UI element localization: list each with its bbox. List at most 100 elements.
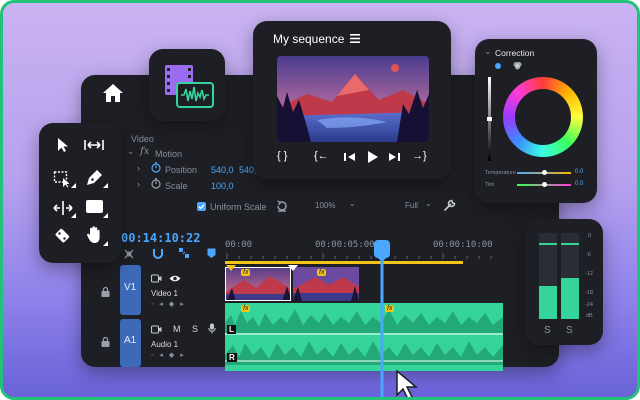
audio-waveform [225,309,503,365]
camera-icon[interactable] [151,325,162,334]
play-icon [368,151,378,163]
scale-label: Scale [165,181,188,191]
playhead[interactable] [373,240,391,397]
lock-icon[interactable] [101,337,110,347]
audio-meter-right [561,233,579,319]
stopwatch-icon[interactable] [151,162,161,173]
marquee-tool[interactable] [53,170,73,188]
tint-slider[interactable] [517,182,571,187]
ruler-tick-label: 00:00 [225,240,253,250]
step-back-button[interactable] [344,152,356,162]
step-forward-button[interactable] [388,152,400,162]
mouse-cursor-icon [396,369,419,397]
keyframe-nav-icon[interactable]: ◦ ◂ ◆ ▸ [151,351,186,359]
pen-icon [87,170,102,185]
quality-value: Full [405,201,418,210]
slider-thumb[interactable] [542,170,547,175]
fx-icon: fx [140,146,150,157]
tool-more-indicator [103,183,108,188]
home-button[interactable] [99,79,127,107]
track-select-tool[interactable] [83,137,105,153]
program-monitor[interactable] [277,56,429,142]
audio-right-label: R [227,353,237,362]
time-ruler[interactable] [225,251,503,265]
ruler-tick-label: 00:00:05:00 [315,240,375,250]
chevron-down-icon: ⌄ [425,199,432,208]
audio-track-toggle[interactable]: A1 [120,319,141,367]
uniform-scale-label: Uniform Scale [210,202,267,212]
home-icon [103,84,123,102]
meter-scale-label: -24 [585,302,593,308]
step-back-icon [344,153,355,161]
motion-label: Motion [155,149,183,159]
video-clip[interactable] [225,267,291,301]
hamburger-icon[interactable] [350,34,360,43]
rectangle-icon [86,200,103,213]
solo-left-button[interactable]: S [544,325,551,336]
pen-tool[interactable] [85,169,103,187]
color-wheel[interactable] [503,77,583,157]
uniform-scale-checkbox[interactable] [197,202,206,211]
audio-track-name: Audio 1 [151,340,179,349]
correction-title: Correction [495,48,535,58]
fx-badge[interactable]: fx [241,305,251,312]
audio-clip[interactable] [225,303,503,371]
out-point-marker[interactable] [287,264,299,272]
zoom-dropdown[interactable]: 100% ⌄ [311,199,359,213]
snap-icon[interactable] [123,248,135,260]
fx-badge[interactable]: fx [317,269,327,276]
fx-badge[interactable]: fx [241,269,251,276]
keyframe-nav-icon[interactable]: ◦ ◂ ◆ ▸ [151,300,186,308]
slider-thumb[interactable] [542,182,547,187]
temperature-slider[interactable] [517,170,571,175]
tint-value[interactable]: 0.0 [575,181,583,187]
marker-icon[interactable] [207,248,216,259]
magnet-icon[interactable] [152,247,164,259]
chevron-down-icon[interactable]: ⌄ [484,46,492,57]
lock-icon[interactable] [101,287,110,297]
audio-left-label: L [227,325,236,334]
position-x-value[interactable]: 540,0 [211,165,234,175]
solo-button[interactable]: S [192,324,198,334]
linked-selection-icon[interactable] [178,247,190,259]
audio-track-id: A1 [124,335,137,346]
position-expand-icon[interactable]: › [137,163,140,173]
video-track-id: V1 [124,282,137,293]
position-label: Position [165,165,198,175]
reset-icon[interactable] [275,199,289,213]
in-point-marker[interactable] [225,264,237,272]
microphone-icon[interactable] [208,323,216,334]
temperature-value[interactable]: 0.0 [575,169,583,175]
meter-level [561,278,579,319]
razor-tool[interactable] [53,227,71,245]
timecode[interactable]: 00:14:10:22 [121,231,200,245]
solo-right-button[interactable]: S [566,325,573,336]
color-modes-icon[interactable] [513,61,522,70]
luminance-slider[interactable] [487,77,492,161]
scale-value[interactable]: 100,0 [211,181,234,191]
rectangle-tool[interactable] [85,199,105,215]
go-to-in-button[interactable]: {← [314,150,329,162]
go-to-out-button[interactable]: →} [412,150,427,162]
camera-icon[interactable] [151,274,162,283]
mute-button[interactable]: M [173,324,181,334]
tint-label: Tint [485,182,494,188]
wrench-icon[interactable] [443,198,457,212]
video-track-name: Video 1 [151,289,178,298]
stopwatch-icon[interactable] [151,178,161,189]
color-mode-dot[interactable] [495,63,501,69]
mark-in-button[interactable]: { } [277,150,287,162]
peak-line [539,243,557,245]
color-wheel-inner [515,89,571,145]
scale-expand-icon[interactable]: › [137,179,140,189]
meter-scale-label: dB [586,313,593,319]
quality-dropdown[interactable]: Full ⌄ [403,199,437,213]
selection-tool[interactable] [55,137,71,153]
eye-icon[interactable] [169,274,181,283]
work-area-bar[interactable] [225,261,463,264]
motion-expand-icon[interactable]: ⌄ [127,146,135,157]
check-icon [198,204,205,210]
hand-tool[interactable] [85,225,103,245]
video-track-toggle[interactable]: V1 [120,265,141,315]
play-button[interactable] [367,151,379,163]
